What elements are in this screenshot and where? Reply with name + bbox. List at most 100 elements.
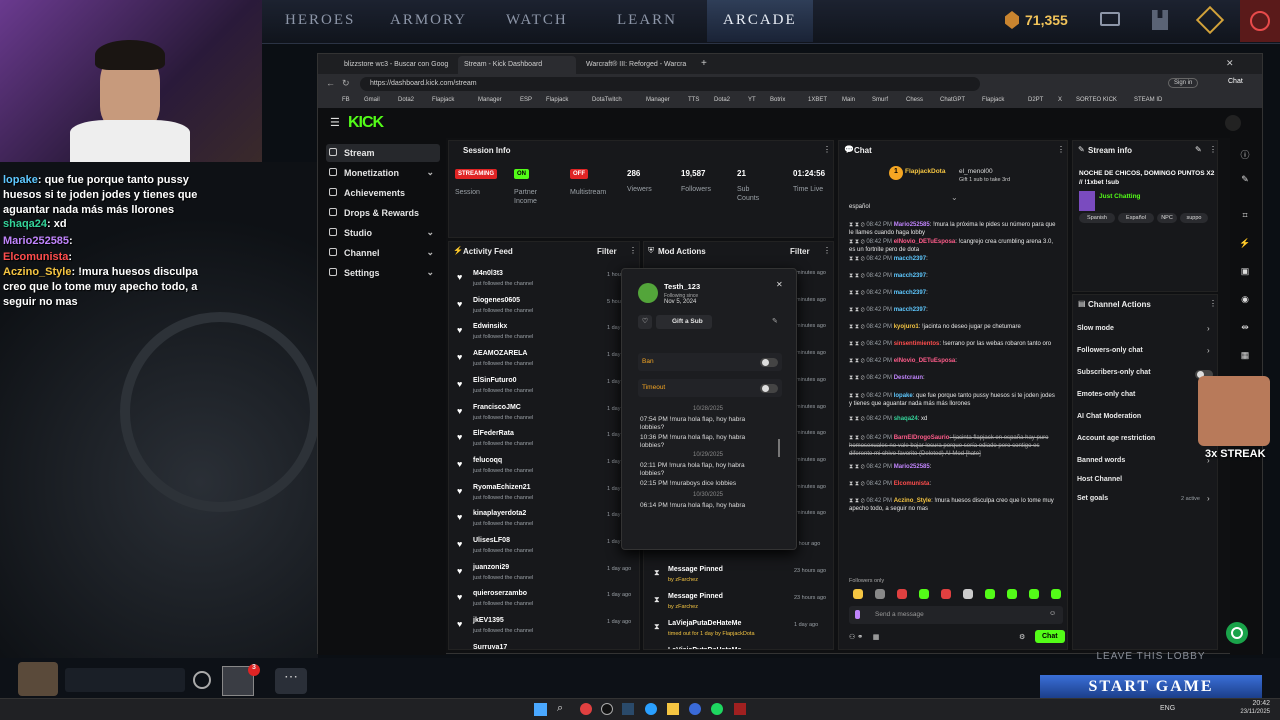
pencil-icon[interactable]: ✎	[1237, 174, 1253, 190]
mod-icons[interactable]: ⧗ ⧗ ⊘	[849, 341, 866, 347]
chat-message[interactable]: ⧗ ⧗ ⊘ 08:42 PM lopake: que fue porque ta…	[849, 392, 1057, 408]
mod-action-item[interactable]: ⧗ Message Pinned by zFarchez 23 hours ago	[644, 592, 833, 618]
chat-message[interactable]: ⧗ ⧗ ⊘ 08:42 PM Destcraun:	[849, 374, 1057, 382]
activity-item[interactable]: ♥ FranciscoJMC just followed the channel 1 …	[449, 403, 639, 429]
bookmark-item[interactable]: Botrix	[770, 97, 785, 103]
bookmark-item[interactable]: Gmail	[364, 97, 380, 103]
castle-icon[interactable]	[1152, 10, 1168, 30]
nav-arcade[interactable]: ARCADE	[707, 0, 813, 42]
mod-action-item[interactable]: ⧗ LaViejaPutaDeHateMe timed out for 1 day …	[644, 619, 833, 645]
more-icon[interactable]: ⋮	[823, 145, 831, 154]
activity-username[interactable]: kinaplayerdota2	[473, 510, 526, 517]
edge-icon[interactable]	[645, 703, 657, 715]
windows-start-icon[interactable]	[534, 703, 547, 716]
emote-icon[interactable]	[985, 589, 995, 599]
channel-action-followers-only-chat[interactable]: Followers-only chat ›	[1073, 345, 1217, 359]
chat-username[interactable]: BarnElDrogoSaurio	[894, 435, 950, 441]
emote-icon[interactable]	[941, 589, 951, 599]
profile-button[interactable]: Sign in	[1168, 78, 1199, 88]
bolt-icon[interactable]: ⚡	[1237, 238, 1253, 254]
leave-lobby-button[interactable]: LEAVE THIS LOBBY	[1040, 651, 1262, 665]
taskbar-app-icon[interactable]	[601, 703, 613, 715]
bookmark-item[interactable]: X	[1058, 97, 1062, 103]
nav-heroes[interactable]: HEROES	[285, 12, 355, 29]
chevron-down-icon[interactable]: ⌄	[426, 227, 434, 238]
mod-icons[interactable]: ⧗ ⧗ ⊘	[849, 498, 866, 504]
activity-item[interactable]: ♥ kinaplayerdota2 just followed the channe…	[449, 509, 639, 535]
chat-message[interactable]: ⧗ ⧗ ⊘ 08:42 PM Mario252585: !mura la pró…	[849, 221, 1057, 237]
browser-tab-active[interactable]: Stream - Kick Dashboard	[458, 56, 576, 74]
activity-username[interactable]: Edwinsikx	[473, 323, 507, 330]
chat-username[interactable]: elNovio_DETuEsposa	[894, 239, 956, 245]
emote-icon[interactable]	[1051, 589, 1061, 599]
chat-username[interactable]: Elcomunista	[894, 481, 930, 487]
more-icon[interactable]: ⋮	[823, 246, 831, 255]
chat-username[interactable]: sinsentimientos	[894, 341, 940, 347]
edit-icon[interactable]: ✎	[1195, 145, 1202, 154]
menu-grid-icon[interactable]: ⋯	[275, 668, 307, 694]
chat-message[interactable]: ⧗ ⧗ ⊘ 08:42 PM macch2397:	[849, 255, 1057, 263]
back-icon[interactable]: ←	[326, 78, 335, 88]
menu-icon[interactable]: ☰	[330, 116, 340, 129]
chat-username[interactable]: Aczino_Style	[894, 498, 931, 504]
start-game-button[interactable]: START GAME	[1040, 675, 1262, 698]
mod-icons[interactable]: ⧗ ⧗ ⊘	[849, 416, 866, 422]
activity-username[interactable]: juanzoni29	[473, 564, 509, 571]
channel-action-ai-chat-moderation[interactable]: AI Chat Moderation	[1073, 411, 1217, 425]
activity-username[interactable]: jkEV1395	[473, 617, 504, 624]
mod-icons[interactable]: ⧗ ⧗ ⊘	[849, 273, 866, 279]
timeout-row[interactable]: Timeout	[638, 379, 782, 397]
bookmark-item[interactable]: Smurf	[872, 97, 888, 103]
warcraft-icon[interactable]	[734, 703, 746, 715]
chevron-down-icon[interactable]: ⌄	[426, 247, 434, 258]
mod-icons[interactable]: ⧗ ⧗ ⊘	[849, 222, 866, 228]
channel-action-emotes-only-chat[interactable]: Emotes-only chat	[1073, 389, 1217, 403]
activity-username[interactable]: ElFederRata	[473, 430, 514, 437]
mod-icons[interactable]: ⧗ ⧗ ⊘	[849, 375, 866, 381]
activity-username[interactable]: ElSinFuturo0	[473, 377, 517, 384]
activity-filter-button[interactable]: Filter	[597, 247, 617, 256]
activity-username[interactable]: UlisesLF08	[473, 537, 510, 544]
chat-username[interactable]: kyojuro1	[894, 324, 919, 330]
activity-item[interactable]: ♥ ElSinFuturo0 just followed the channel 1 …	[449, 376, 639, 402]
chat-settings-icons[interactable]: ⚇ ⚭ ▦	[849, 633, 879, 641]
mod-icons[interactable]: ⧗ ⧗ ⊘	[849, 256, 866, 262]
chat-message[interactable]: ⧗ ⧗ ⊘ 08:42 PM Aczino_Style: !mura hueso…	[849, 497, 1057, 513]
nav-watch[interactable]: WATCH	[506, 12, 568, 29]
activity-username[interactable]: Surruya17	[473, 644, 507, 649]
activity-item[interactable]: ♥ M4n0l3t3 just followed the channel 1 hour	[449, 269, 639, 295]
stream-tag[interactable]: Spanish	[1079, 213, 1115, 223]
activity-item[interactable]: ♥ Diogenes0605 just followed the channel 5 …	[449, 296, 639, 322]
gear-icon[interactable]: ⚙	[1019, 633, 1025, 641]
help-button[interactable]	[1226, 622, 1248, 644]
taskbar-app-icon[interactable]	[689, 703, 701, 715]
chevron-down-icon[interactable]: ⌄	[426, 167, 434, 178]
chat-message[interactable]: ⧗ ⧗ ⊘ 08:42 PM macch2397:	[849, 306, 1057, 314]
chat-username[interactable]: macch2397	[894, 307, 926, 313]
reload-icon[interactable]: ↻	[342, 78, 350, 89]
chat-username[interactable]: Mario252585	[894, 464, 930, 470]
new-tab-icon[interactable]: +	[701, 58, 707, 69]
activity-username[interactable]: AEAMOZARELA	[473, 350, 527, 357]
bookmark-item[interactable]: Flapjack	[546, 97, 568, 103]
chat-message[interactable]: ⧗ ⧗ ⊘ 08:42 PM kyojuro1: !jacinta no des…	[849, 323, 1057, 331]
stream-category[interactable]: Just Chatting	[1099, 193, 1141, 200]
popup-username[interactable]: Testh_123	[664, 282, 700, 291]
mod-icons[interactable]: ⧗ ⧗ ⊘	[849, 307, 866, 313]
chevron-down-icon[interactable]: ⌄	[951, 193, 958, 202]
activity-item[interactable]: ♥ RyomaEchizen21 just followed the channel…	[449, 483, 639, 509]
channel-action-host-channel[interactable]: Host Channel	[1073, 474, 1217, 488]
sidebar-item-drops-rewards[interactable]: Drops & Rewards	[326, 204, 440, 222]
mod-icons[interactable]: ⧗ ⧗ ⊘	[849, 358, 866, 364]
activity-item[interactable]: ♥ Edwinsikx just followed the channel 1 day…	[449, 322, 639, 348]
quest-icon[interactable]	[1195, 5, 1225, 35]
chat-input[interactable]: Send a message ☺	[849, 606, 1063, 624]
chat-username[interactable]: Destcraun	[894, 375, 923, 381]
crop-icon[interactable]: ⌗	[1237, 210, 1253, 226]
activity-item[interactable]: ♥ juanzoni29 just followed the channel 1 da…	[449, 563, 639, 589]
nav-armory[interactable]: ARMORY	[390, 12, 467, 29]
emoji-icon[interactable]: ☺	[1049, 610, 1056, 617]
box-icon[interactable]: ▣	[1237, 266, 1253, 282]
stream-tag[interactable]: Español	[1118, 213, 1154, 223]
split-icon[interactable]: ⇹	[1237, 322, 1253, 338]
